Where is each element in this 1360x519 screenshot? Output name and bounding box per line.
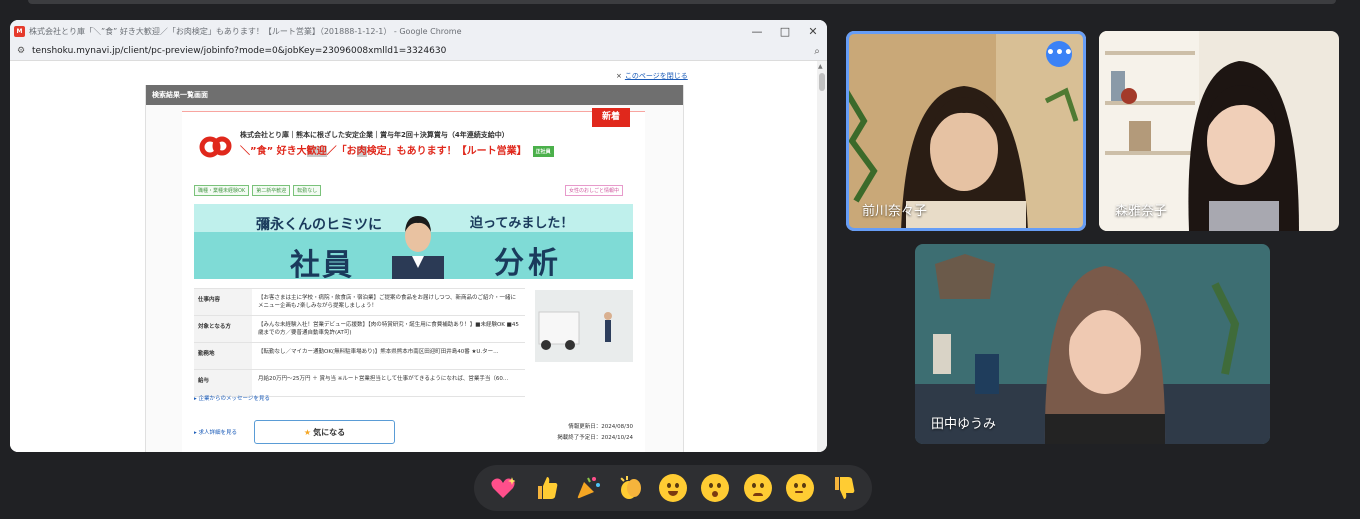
surprised-face-icon[interactable] [701,474,730,502]
employee-photo [392,216,444,279]
job-info-table: 仕事内容 【お客さまは主に学校・病院・飲食店・宿泊業】ご提案の食品をお届けしつつ… [194,288,525,397]
banner-line-1: 彌永くんのヒミツに [256,217,382,233]
panel-header: 検索結果一覧画面 [146,85,683,105]
maximize-button[interactable]: □ [771,25,799,38]
mynavi-app-icon: M [14,25,25,37]
shared-browser-window: M 株式会社とり庫「＼”食” 好き大歓迎／「お肉検定」もあります！【ルート営業】… [10,20,827,452]
tag-women-info: 女性のおしごと情報中 [565,185,624,196]
row-label: 勤務地 [194,343,252,369]
table-row: 対象となる方 【みんな未経験入社！営業デビュー応援数】【肉の特賞研究・誕生用に食… [194,316,525,343]
row-label: 仕事内容 [194,289,252,315]
feature-tags: 職種・業種未経験OK 第二新卒歓迎 転勤なし [194,185,322,196]
favorite-button[interactable]: ★ 気になる [254,420,395,444]
participant-tile-1[interactable]: ••• 前川奈々子 [846,31,1086,231]
new-badge: 新着 [592,108,630,127]
browser-titlebar: M 株式会社とり庫「＼”食” 好き大歓迎／「お肉検定」もあります！【ルート営業】… [10,20,827,42]
banner-line-3: 迫ってみました！ [470,216,574,231]
employee-analysis-banner: 彌永くんのヒミツに 社員 迫ってみました！ 分析 [194,204,633,279]
more-options-button[interactable]: ••• [1046,41,1073,67]
sparkling-heart-icon[interactable] [489,474,517,502]
row-value: 【お客さまは主に学校・病院・飲食店・宿泊業】ご提案の食品をお届けしつつ、新商品の… [258,295,516,309]
banner-line-2: 社員 [290,248,354,279]
thinking-face-icon[interactable] [786,474,815,502]
top-edge-bar [28,0,1336,4]
participant-tile-3[interactable]: 田中ゆうみ [915,244,1270,444]
close-window-button[interactable]: ✕ [799,25,827,38]
table-row: 給与 月給20万円〜25万円 ＋ 賞与当 ※ルート営業担当として仕事がてきるよう… [194,370,525,397]
site-info-icon[interactable]: ⚙ [14,46,28,56]
table-row: 勤務地 【転勤なし／マイカー通勤OK(無料駐車場あり)】熊本県熊本市南区田迎町田… [194,343,525,370]
truck-photo [535,290,633,362]
clapping-hands-icon[interactable] [617,474,645,502]
crying-face-icon[interactable] [743,474,772,502]
page-content: × このページを閉じる 検索結果一覧画面 新着 株式会社とり庫｜熊本に根ざした安定… [10,61,817,452]
employment-type-badge: 正社員 [532,145,554,157]
banner-line-4: 分析 [494,246,562,279]
job-card: 新着 株式会社とり庫｜熊本に根ざした安定企業｜賞与年2回＋決算賞与（4年連続支給… [182,108,645,452]
thumbs-down-icon[interactable] [829,474,857,502]
job-title[interactable]: ＼”食” 好き大歓迎／「お肉検定」もあります！【ルート営業】 正社員 [240,142,554,157]
company-message-link[interactable]: ▸ 企業からのメッセージを見る [194,394,270,402]
tag: 第二新卒歓迎 [252,185,291,196]
zoom-icon[interactable]: ⌕ [807,46,827,57]
url-text[interactable]: tenshoku.mynavi.jp/client/pc-preview/job… [28,46,807,56]
preview-panel: 検索結果一覧画面 新着 株式会社とり庫｜熊本に根ざした安定企業｜賞与年2回＋決算… [145,85,684,452]
minimize-button[interactable]: — [743,25,771,38]
row-value: 【転勤なし／マイカー通勤OK(無料駐車場あり)】熊本県熊本市南区田迎町田井島40… [258,349,499,355]
address-bar[interactable]: ⚙ tenshoku.mynavi.jp/client/pc-preview/j… [10,42,827,61]
company-name: 株式会社とり庫｜熊本に根ざした安定企業｜賞与年2回＋決算賞与（4年連続支給中） [240,131,509,139]
thumbs-up-icon[interactable] [532,474,560,502]
participant-name: 森雅奈子 [1115,204,1168,219]
tag: 転勤なし [293,185,322,196]
row-value: 【みんな未経験入社！営業デビュー応援数】【肉の特賞研究・誕生用に食費補助あり！】… [258,322,519,336]
participant-name: 田中ゆうみ [931,417,997,432]
window-title: 株式会社とり庫「＼”食” 好き大歓迎／「お肉検定」もあります！【ルート営業】（2… [29,26,462,36]
participant-name: 前川奈々子 [862,204,928,219]
job-detail-link[interactable]: ▸ 求人詳細を見る [194,428,237,436]
company-logo-icon [199,136,232,158]
party-popper-icon[interactable] [574,474,602,502]
participant-tile-2[interactable]: 森雅奈子 [1099,31,1339,231]
vertical-scrollbar[interactable]: ▲ [817,61,827,452]
table-row: 仕事内容 【お客さまは主に学校・病院・飲食店・宿泊業】ご提案の食品をお届けしつつ… [194,289,525,316]
tears-of-joy-icon[interactable] [658,474,687,502]
star-icon: ★ [303,428,312,437]
row-value: 月給20万円〜25万円 ＋ 賞与当 ※ルート営業担当として仕事がてきるようになれ… [258,376,509,382]
posting-dates: 情報更新日：2024/08/30 掲載終了予定日：2024/10/24 [557,424,633,441]
reactions-bar [474,465,872,511]
close-page-link[interactable]: × このページを閉じる [616,71,688,81]
tag: 職種・業種未経験OK [194,185,250,196]
row-label: 給与 [194,370,252,396]
row-label: 対象となる方 [194,316,252,342]
